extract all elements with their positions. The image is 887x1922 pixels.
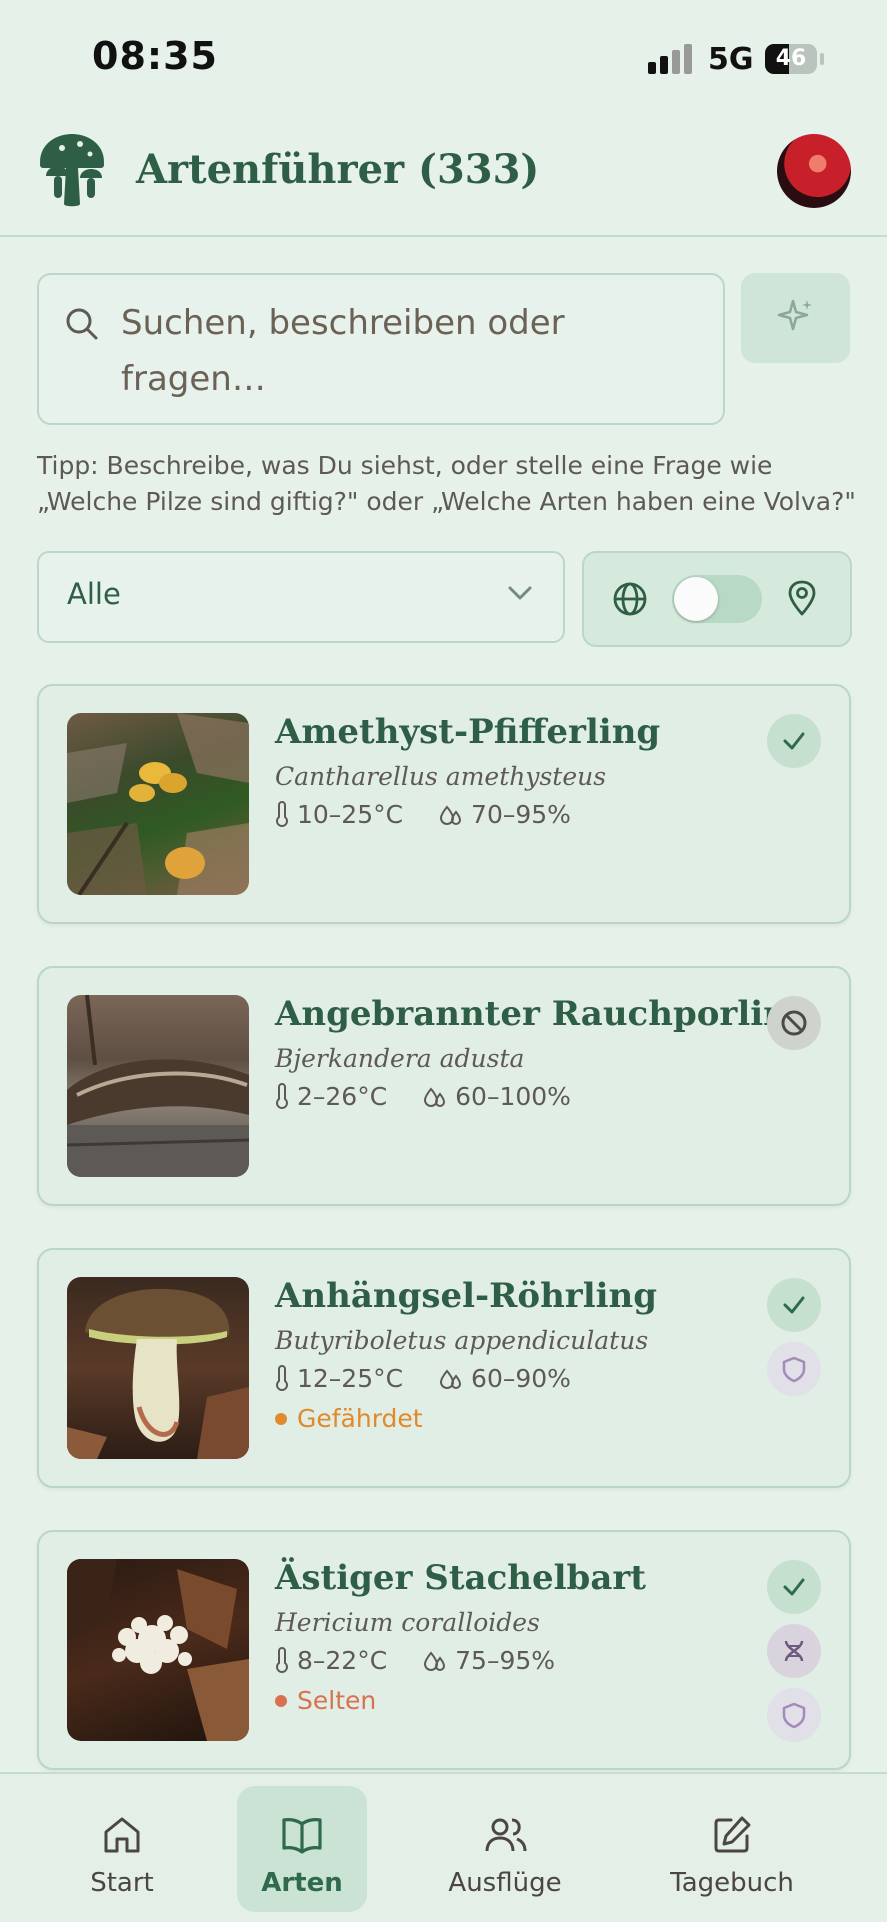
book-icon <box>282 1818 322 1854</box>
home-icon <box>104 1817 140 1853</box>
humidity-range: 60–90% <box>471 1364 571 1393</box>
species-conditions: 12–25°C 60–90% <box>275 1364 571 1393</box>
species-conditions: 10–25°C 70–95% <box>275 800 571 829</box>
species-photo <box>67 713 249 895</box>
nav-arten[interactable]: Arten <box>237 1786 367 1912</box>
humidity-icon <box>440 805 462 825</box>
species-latin-name: Cantharellus amethysteus <box>275 762 607 791</box>
humidity-range: 75–95% <box>455 1646 556 1675</box>
species-conditions: 2–26°C 60–100% <box>275 1082 571 1111</box>
species-name: Ästiger Stachelbart <box>275 1558 646 1598</box>
nav-label: Arten <box>261 1868 343 1898</box>
humidity-icon <box>440 1369 462 1389</box>
bottom-navigation: Start Arten Ausflüge Tagebuch <box>0 1772 887 1922</box>
species-photo <box>67 995 249 1177</box>
protected-badge <box>767 1342 821 1396</box>
species-card[interactable]: Angebrannter Rauchporling Bjerkandera ad… <box>37 966 851 1206</box>
ban-icon <box>781 1010 807 1036</box>
shield-icon <box>782 1356 806 1383</box>
category-filter-dropdown[interactable]: Alle <box>37 551 565 643</box>
check-icon <box>783 1296 805 1314</box>
species-card[interactable]: Anhängsel-Röhrling Butyriboletus appendi… <box>37 1248 851 1488</box>
ai-search-button[interactable] <box>741 273 850 363</box>
page-title: Artenführer (333) <box>136 146 540 193</box>
temperature-range: 2–26°C <box>297 1082 388 1111</box>
status-bar: 08:35 5G 46 <box>0 0 887 110</box>
edible-badge <box>767 714 821 768</box>
app-header: Artenführer (333) <box>0 110 887 237</box>
globe-icon[interactable] <box>612 581 648 617</box>
nav-label: Tagebuch <box>670 1868 794 1898</box>
user-avatar[interactable] <box>777 134 851 208</box>
location-switch[interactable] <box>672 575 762 623</box>
temperature-range: 10–25°C <box>297 800 404 829</box>
status-dot <box>275 1695 287 1707</box>
filter-selected-value: Alle <box>67 577 121 611</box>
map-pin-icon[interactable] <box>786 579 818 617</box>
nav-label: Start <box>90 1868 154 1898</box>
humidity-range: 70–95% <box>471 800 571 829</box>
signal-icon <box>648 44 694 74</box>
thermometer-icon <box>276 1647 288 1673</box>
thermometer-icon <box>276 801 288 827</box>
species-card[interactable]: Amethyst-Pfifferling Cantharellus amethy… <box>37 684 851 924</box>
dna-badge <box>767 1624 821 1678</box>
status-time: 08:35 <box>92 34 218 78</box>
humidity-icon <box>424 1651 446 1671</box>
search-icon <box>66 308 98 340</box>
species-latin-name: Butyriboletus appendiculatus <box>275 1326 649 1355</box>
thermometer-icon <box>276 1365 288 1391</box>
search-placeholder: Suchen, beschreiben oder fragen… <box>121 303 565 399</box>
battery-nub <box>820 53 824 65</box>
species-photo <box>67 1277 249 1459</box>
battery-icon: 46 <box>765 44 817 74</box>
edible-badge <box>767 1278 821 1332</box>
thermometer-icon <box>276 1083 288 1109</box>
nav-start[interactable]: Start <box>57 1786 187 1912</box>
switch-knob <box>674 577 718 621</box>
battery-level: 46 <box>775 46 807 71</box>
nav-ausfluege[interactable]: Ausflüge <box>440 1786 570 1912</box>
species-conditions: 8–22°C 75–95% <box>275 1646 555 1675</box>
users-icon <box>485 1818 527 1852</box>
species-photo <box>67 1559 249 1741</box>
species-name: Angebrannter Rauchporling <box>275 994 812 1034</box>
status-dot <box>275 1413 287 1425</box>
nav-tagebuch[interactable]: Tagebuch <box>667 1786 797 1912</box>
status-label: Selten <box>297 1686 377 1715</box>
species-card[interactable]: Ästiger Stachelbart Hericium coralloides… <box>37 1530 851 1770</box>
network-label: 5G <box>708 42 754 77</box>
humidity-range: 60–100% <box>455 1082 571 1111</box>
status-label: Gefährdet <box>297 1404 423 1433</box>
sparkle-icon <box>777 299 812 331</box>
status-badge: Gefährdet <box>275 1404 887 1514</box>
humidity-icon <box>424 1087 446 1107</box>
dna-icon <box>784 1640 804 1662</box>
search-input[interactable]: Suchen, beschreiben oder fragen… <box>37 273 725 425</box>
temperature-range: 12–25°C <box>297 1364 404 1393</box>
species-latin-name: Bjerkandera adusta <box>275 1044 525 1073</box>
shield-icon <box>782 1702 806 1729</box>
check-icon <box>783 732 805 750</box>
species-latin-name: Hericium coralloides <box>275 1608 540 1637</box>
location-toggle-group <box>582 551 852 647</box>
edible-badge <box>767 1560 821 1614</box>
edit-icon <box>714 1816 751 1853</box>
species-name: Anhängsel-Röhrling <box>275 1276 658 1316</box>
check-icon <box>783 1578 805 1596</box>
chevron-down-icon <box>508 586 532 600</box>
protected-badge <box>767 1688 821 1742</box>
temperature-range: 8–22°C <box>297 1646 388 1675</box>
not-edible-badge <box>767 996 821 1050</box>
species-name: Amethyst-Pfifferling <box>275 712 661 752</box>
nav-label: Ausflüge <box>448 1868 562 1898</box>
search-tip: Tipp: Beschreibe, was Du siehst, oder st… <box>37 451 856 516</box>
mushroom-logo-icon <box>40 134 104 207</box>
